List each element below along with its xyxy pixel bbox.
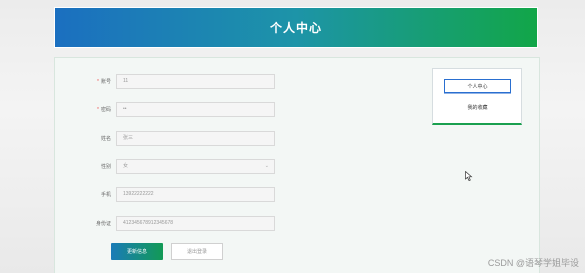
form-row-password: * 密码 •• xyxy=(55,102,315,118)
logout-button[interactable]: 退出登录 xyxy=(171,243,223,260)
form-row-name: 姓名 张三 xyxy=(55,131,315,147)
name-input[interactable]: 张三 xyxy=(116,131,275,146)
form-row-gender: 性别 女 ⌄ xyxy=(55,159,315,175)
gender-value: 女 xyxy=(123,163,129,169)
gender-label: 性别 xyxy=(100,164,111,170)
profile-panel: * 账号 11 * 密码 •• 姓名 张三 性别 女 ⌄ 手机 1392222222… xyxy=(54,57,540,273)
account-input[interactable]: 11 xyxy=(116,74,275,89)
form-row-account: * 账号 11 xyxy=(55,74,315,90)
menu-item-favorites[interactable]: 我的收藏 xyxy=(444,100,511,114)
menu-item-profile[interactable]: 个人中心 xyxy=(444,79,511,93)
mouse-pointer-icon xyxy=(465,171,473,181)
idcard-input[interactable]: 412345678912345678 xyxy=(116,216,275,231)
form-row-idcard: 身份证 412345678912345678 xyxy=(55,216,315,232)
gender-select[interactable]: 女 ⌄ xyxy=(116,159,275,174)
password-label: * 密码 xyxy=(97,107,111,113)
phone-label: 手机 xyxy=(100,192,111,198)
idcard-label: 身份证 xyxy=(95,221,111,227)
side-menu: 个人中心 我的收藏 xyxy=(432,68,522,125)
page-title: 个人中心 xyxy=(269,21,322,35)
password-input[interactable]: •• xyxy=(116,102,275,117)
name-label: 姓名 xyxy=(100,136,111,142)
account-label: * 账号 xyxy=(97,79,111,85)
chevron-down-icon: ⌄ xyxy=(264,163,269,169)
update-info-button[interactable]: 更新信息 xyxy=(111,243,163,260)
watermark: CSDN @语琴学姐毕设 xyxy=(487,258,579,268)
page-header: 个人中心 xyxy=(55,8,537,47)
phone-input[interactable]: 13922222222 xyxy=(116,187,275,202)
form-row-phone: 手机 13922222222 xyxy=(55,187,315,203)
